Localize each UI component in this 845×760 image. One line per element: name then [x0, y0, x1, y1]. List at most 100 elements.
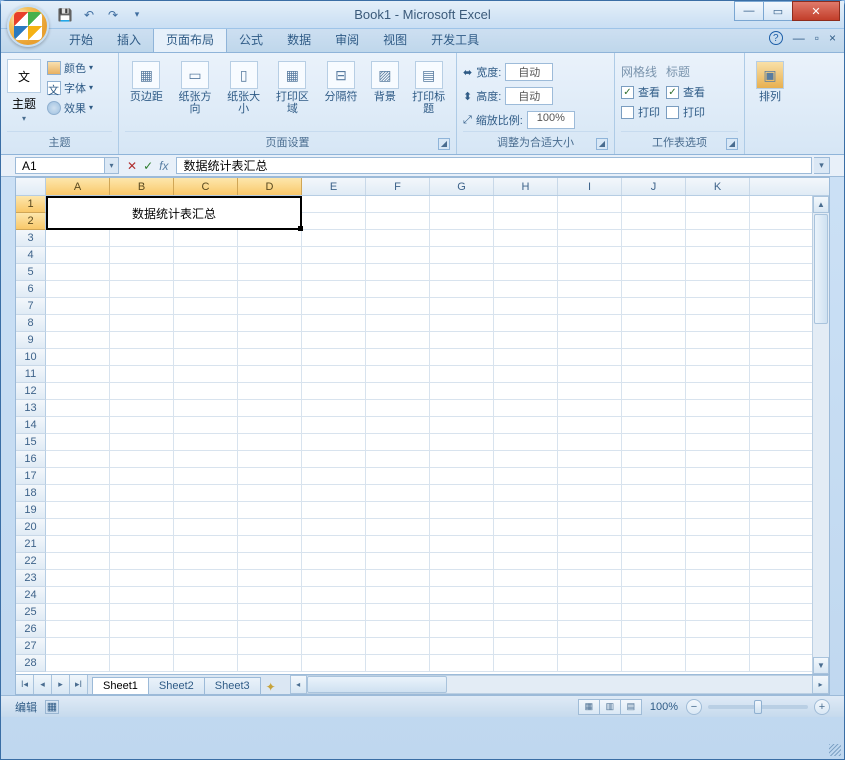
cell[interactable] — [238, 315, 302, 332]
macro-record-icon[interactable]: ▦ — [45, 700, 59, 714]
name-box-dropdown[interactable]: ▾ — [105, 157, 119, 174]
cell[interactable] — [430, 213, 494, 230]
cell[interactable] — [494, 468, 558, 485]
cell[interactable] — [366, 366, 430, 383]
cell[interactable] — [494, 196, 558, 213]
cell[interactable] — [622, 281, 686, 298]
cell[interactable] — [46, 383, 110, 400]
cell[interactable] — [238, 621, 302, 638]
cell[interactable] — [174, 383, 238, 400]
cell[interactable] — [686, 468, 750, 485]
cell[interactable] — [110, 434, 174, 451]
row-header[interactable]: 14 — [16, 417, 46, 434]
cell[interactable] — [494, 587, 558, 604]
cell[interactable] — [302, 638, 366, 655]
help-icon[interactable]: ? — [769, 31, 783, 45]
cell[interactable] — [238, 468, 302, 485]
cell[interactable] — [622, 621, 686, 638]
cell[interactable] — [366, 638, 430, 655]
themes-button[interactable]: 文 主题 ▾ — [7, 57, 41, 123]
cell[interactable] — [430, 655, 494, 672]
cell[interactable] — [302, 621, 366, 638]
cell[interactable] — [750, 502, 814, 519]
cell[interactable] — [494, 230, 558, 247]
cell[interactable] — [366, 621, 430, 638]
cell[interactable] — [558, 536, 622, 553]
cell[interactable] — [46, 417, 110, 434]
cell[interactable] — [46, 519, 110, 536]
cell[interactable] — [494, 638, 558, 655]
background-button[interactable]: ▨背景 — [368, 57, 401, 103]
cell[interactable] — [46, 247, 110, 264]
cell[interactable] — [686, 196, 750, 213]
cell[interactable] — [622, 655, 686, 672]
cell[interactable] — [686, 417, 750, 434]
cell[interactable] — [174, 264, 238, 281]
save-icon[interactable]: 💾 — [57, 7, 73, 23]
cell[interactable] — [366, 604, 430, 621]
row-header[interactable]: 22 — [16, 553, 46, 570]
undo-icon[interactable]: ↶ — [81, 7, 97, 23]
minimize-button[interactable]: — — [734, 1, 764, 21]
sheet-nav-next[interactable]: ▸ — [52, 675, 70, 694]
cell[interactable] — [46, 264, 110, 281]
cell[interactable] — [750, 434, 814, 451]
cell[interactable] — [238, 570, 302, 587]
cell[interactable] — [174, 400, 238, 417]
active-merged-cell[interactable]: 数据统计表汇总 — [46, 196, 302, 230]
arrange-button[interactable]: ▣排列 — [752, 57, 788, 103]
cell[interactable] — [174, 502, 238, 519]
breaks-button[interactable]: ⊟分隔符 — [320, 57, 363, 103]
cell[interactable] — [238, 638, 302, 655]
cell[interactable] — [110, 519, 174, 536]
cell[interactable] — [46, 349, 110, 366]
scroll-right-button[interactable]: ▸ — [812, 675, 829, 694]
row-header[interactable]: 26 — [16, 621, 46, 638]
cell[interactable] — [366, 570, 430, 587]
cell[interactable] — [302, 230, 366, 247]
cell[interactable] — [558, 247, 622, 264]
cell[interactable] — [430, 587, 494, 604]
cell[interactable] — [686, 349, 750, 366]
cell[interactable] — [302, 451, 366, 468]
fx-icon[interactable]: fx — [159, 159, 168, 173]
cell[interactable] — [558, 366, 622, 383]
cell[interactable] — [622, 366, 686, 383]
close-button[interactable]: ✕ — [792, 1, 840, 21]
cell[interactable] — [558, 638, 622, 655]
cell[interactable] — [302, 502, 366, 519]
cell[interactable] — [494, 400, 558, 417]
cell[interactable] — [366, 332, 430, 349]
cell[interactable] — [302, 587, 366, 604]
tab-data[interactable]: 数据 — [275, 27, 323, 52]
cell[interactable] — [174, 247, 238, 264]
height-field[interactable]: 自动 — [505, 87, 553, 105]
row-header[interactable]: 19 — [16, 502, 46, 519]
cell[interactable] — [366, 536, 430, 553]
cell[interactable] — [750, 264, 814, 281]
cell[interactable] — [174, 655, 238, 672]
cell[interactable] — [302, 281, 366, 298]
sheet-nav-first[interactable]: I◂ — [16, 675, 34, 694]
cell[interactable] — [750, 400, 814, 417]
row-header[interactable]: 8 — [16, 315, 46, 332]
name-box[interactable]: A1 — [15, 157, 105, 174]
theme-effects-button[interactable]: 效果▾ — [47, 99, 93, 116]
cell[interactable] — [46, 366, 110, 383]
cell[interactable] — [46, 332, 110, 349]
gridlines-print-checkbox[interactable]: 打印 — [621, 104, 660, 120]
maximize-button[interactable]: ▭ — [763, 1, 793, 21]
cell[interactable] — [686, 230, 750, 247]
cell[interactable] — [366, 213, 430, 230]
cell[interactable] — [302, 349, 366, 366]
print-area-button[interactable]: ▦打印区域 — [271, 57, 314, 115]
cell[interactable] — [622, 570, 686, 587]
cell[interactable] — [174, 281, 238, 298]
cell[interactable] — [302, 570, 366, 587]
cell[interactable] — [174, 332, 238, 349]
cell[interactable] — [494, 298, 558, 315]
cell[interactable] — [686, 298, 750, 315]
tab-review[interactable]: 审阅 — [323, 27, 371, 52]
cell[interactable] — [430, 638, 494, 655]
zoom-in-button[interactable]: + — [814, 699, 830, 715]
